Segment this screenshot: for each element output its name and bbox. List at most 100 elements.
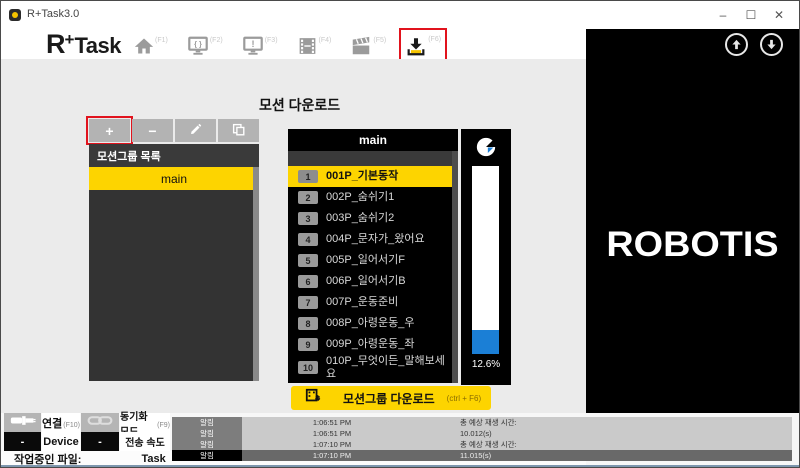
progress-fill xyxy=(472,330,499,354)
minimize-button[interactable]: – xyxy=(709,1,737,29)
film-icon xyxy=(297,35,318,62)
page-title: 모션 다운로드 xyxy=(259,97,341,113)
logo-r: R xyxy=(46,29,65,59)
motion-number-badge: 2 xyxy=(298,191,318,204)
motion-row[interactable]: 8 008P_아령운동_우 xyxy=(288,313,458,334)
group-list-scrollbar[interactable] xyxy=(253,167,259,381)
speed-label: 전송 속도 xyxy=(120,432,170,451)
download-progress-panel: 12.6% xyxy=(461,129,511,385)
alert-monitor-icon: ! xyxy=(242,35,264,62)
motion-list-scrollbar[interactable] xyxy=(452,151,458,384)
motion-label: 002P_숨쉬기1 xyxy=(326,191,395,204)
motion-number-badge: 4 xyxy=(298,233,318,246)
plus-icon: + xyxy=(105,122,114,139)
svg-text:!: ! xyxy=(251,39,254,49)
motion-row[interactable]: 2 002P_숨쉬기1 xyxy=(288,187,458,208)
alert-monitor-shortcut: (F3) xyxy=(264,37,278,44)
log-message: 11.015(s) xyxy=(460,451,492,460)
log-type: 알림 xyxy=(172,439,242,450)
motion-label: 008P_아령운동_우 xyxy=(326,317,415,330)
download-shortcut: (F6) xyxy=(428,36,442,43)
motion-label: 005P_일어서기F xyxy=(326,254,406,267)
bottom-divider xyxy=(1,465,799,467)
log-row[interactable]: 알림 1:06:51 PM 총 예상 재생 시간: xyxy=(172,417,792,428)
log-row[interactable]: 알림 1:06:51 PM 10.012(s) xyxy=(172,428,792,439)
group-list: main xyxy=(89,167,259,381)
motion-label: 003P_숨쉬기2 xyxy=(326,212,395,225)
log-type: 알림 xyxy=(172,417,242,428)
add-group-button[interactable]: + xyxy=(86,116,133,145)
motion-label: 007P_운동준비 xyxy=(326,296,399,309)
motion-number-badge: 5 xyxy=(298,254,318,267)
main-toolbar: R+Task (F1) { } (F2) ! (F3) (F4) (F5) (F… xyxy=(1,28,586,69)
motion-row[interactable]: 9 009P_아령운동_좌 xyxy=(288,334,458,355)
motion-number-badge: 1 xyxy=(298,170,318,183)
device-value-text: - xyxy=(20,435,25,448)
speed-label-text: 전송 속도 xyxy=(125,438,165,449)
group-list-header: 모션그룹 목록 xyxy=(89,144,259,167)
motion-number-badge: 8 xyxy=(298,317,318,330)
motion-group-download-button[interactable]: 모션그룹 다운로드 (ctrl + F6) xyxy=(291,386,491,410)
pie-progress-icon xyxy=(475,136,498,163)
home-icon xyxy=(134,35,154,62)
motion-number-badge: 9 xyxy=(298,338,318,351)
film-shortcut: (F4) xyxy=(318,37,332,44)
motion-list-panel: main 1 001P_기본동작 2 002P_숨쉬기1 3 003P_숨쉬기2… xyxy=(288,129,458,384)
log-time: 1:06:51 PM xyxy=(312,429,352,438)
status-bar: 연결 (F10) 동기화 모드 (F9) - Device - 전송 속도 알 xyxy=(1,412,799,467)
log-message: 총 예상 재생 시간: xyxy=(460,418,517,427)
motion-label: 009P_아령운동_좌 xyxy=(326,338,415,351)
motion-label: 010P_무엇이든_말해보세요 xyxy=(326,355,445,380)
motion-row[interactable]: 7 007P_운동준비 xyxy=(288,292,458,313)
chain-link-icon xyxy=(87,414,113,432)
notification-log: 알림 1:06:51 PM 총 예상 재생 시간: 알림 1:06:51 PM … xyxy=(172,417,792,461)
home-shortcut: (F1) xyxy=(155,37,168,44)
edit-group-button[interactable] xyxy=(175,119,216,142)
title-bar: R+Task3.0 – ☐ ✕ xyxy=(1,1,799,29)
motion-row[interactable]: 6 006P_일어서기B xyxy=(288,271,458,292)
log-row[interactable]: 알림 1:07:10 PM 총 예상 재생 시간: xyxy=(172,439,792,450)
motion-row[interactable]: 3 003P_숨쉬기2 xyxy=(288,208,458,229)
download-circle-button[interactable] xyxy=(760,33,783,56)
logo-plus: + xyxy=(64,30,75,49)
maximize-button[interactable]: ☐ xyxy=(737,1,765,29)
log-type: 알림 xyxy=(172,428,242,439)
motion-list: 1 001P_기본동작 2 002P_숨쉬기1 3 003P_숨쉬기2 4 00… xyxy=(288,166,458,384)
upload-circle-button[interactable] xyxy=(725,33,748,56)
log-message: 총 예상 재생 시간: xyxy=(460,440,517,449)
group-item-main[interactable]: main xyxy=(89,167,259,190)
log-type: 알림 xyxy=(172,450,242,461)
close-button[interactable]: ✕ xyxy=(765,1,793,29)
motion-number-badge: 3 xyxy=(298,212,318,225)
code-monitor-shortcut: (F2) xyxy=(209,37,223,44)
copy-icon xyxy=(232,123,245,139)
log-row[interactable]: 알림 1:07:10 PM 11.015(s) xyxy=(172,450,792,461)
sync-link-button[interactable] xyxy=(81,413,119,432)
connect-shortcut: (F10) xyxy=(63,422,80,429)
code-monitor-icon: { } xyxy=(187,35,209,62)
device-value: - xyxy=(4,432,41,451)
svg-text:{ }: { } xyxy=(194,39,202,48)
motion-row[interactable]: 4 004P_문자가_왔어요 xyxy=(288,229,458,250)
speed-value: - xyxy=(81,432,119,451)
sync-mode-button[interactable]: 동기화 모드 (F9) xyxy=(120,412,170,438)
motion-row[interactable]: 1 001P_기본동작 xyxy=(288,166,458,187)
copy-group-button[interactable] xyxy=(218,119,259,142)
motion-row[interactable]: 5 005P_일어서기F xyxy=(288,250,458,271)
motion-list-header: main xyxy=(288,129,458,151)
sync-mode-shortcut: (F9) xyxy=(157,422,170,429)
motion-number-badge: 10 xyxy=(298,361,318,375)
usb-connect-button[interactable] xyxy=(4,413,41,432)
device-label-text: Device xyxy=(43,435,79,448)
main-content: 모션 다운로드 + − 모션그룹 목록 main main 1 001P_기본동… xyxy=(1,59,586,413)
connect-button[interactable]: 연결 (F10) xyxy=(42,413,80,432)
progress-percent-label: 12.6% xyxy=(471,359,501,370)
clapperboard-shortcut: (F5) xyxy=(373,37,387,44)
log-time: 1:07:10 PM xyxy=(312,440,352,449)
remove-group-button[interactable]: − xyxy=(132,119,173,142)
pencil-icon xyxy=(189,123,202,139)
minus-icon: − xyxy=(148,122,157,139)
app-window: R+Task3.0 – ☐ ✕ R+Task (F1) { } (F2) ! (… xyxy=(0,0,800,468)
motion-row[interactable]: 10 010P_무엇이든_말해보세요 xyxy=(288,355,458,380)
motion-group-panel: 모션그룹 목록 main xyxy=(89,144,259,381)
